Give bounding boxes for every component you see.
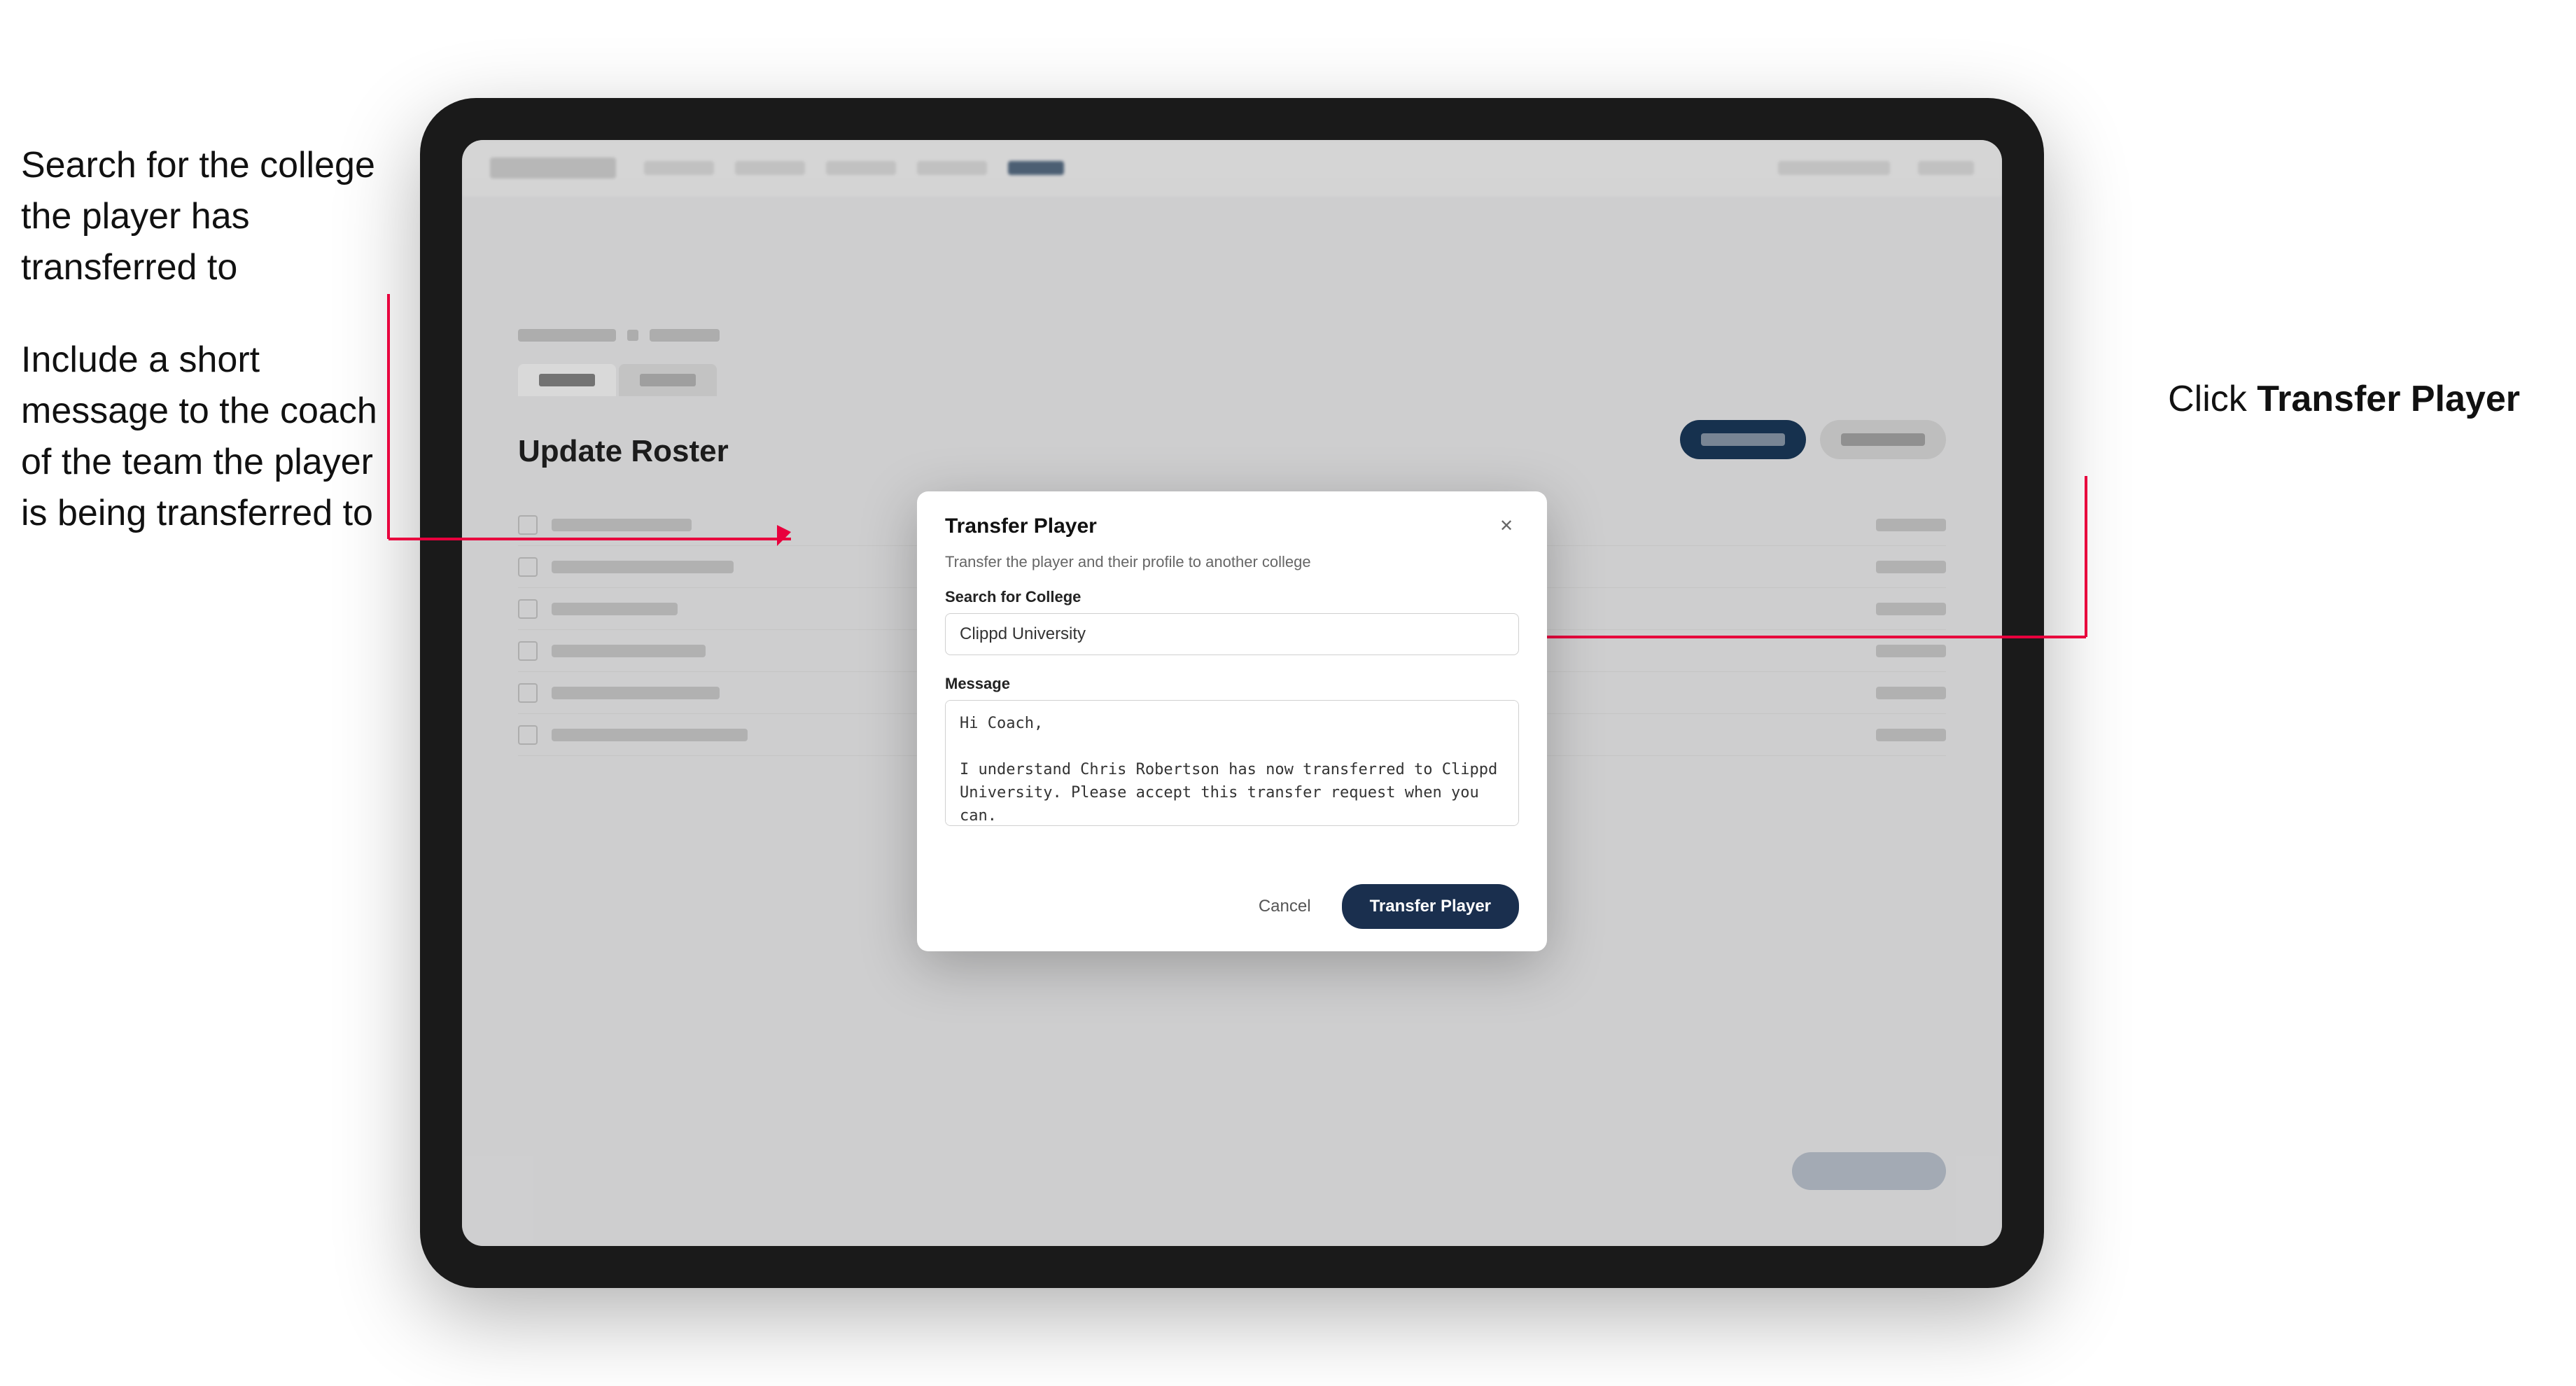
- annotation-message-text: Include a short message to the coach of …: [21, 335, 385, 538]
- message-label: Message: [945, 675, 1519, 693]
- modal-subtitle: Transfer the player and their profile to…: [945, 553, 1519, 571]
- annotation-search-text: Search for the college the player has tr…: [21, 140, 385, 293]
- tablet-device: Update Roster: [420, 98, 2044, 1288]
- search-college-input[interactable]: [945, 613, 1519, 655]
- left-annotation: Search for the college the player has tr…: [21, 140, 385, 581]
- modal-overlay: Transfer Player ✕ Transfer the player an…: [462, 140, 2002, 1246]
- transfer-player-modal: Transfer Player ✕ Transfer the player an…: [917, 491, 1547, 951]
- message-textarea[interactable]: Hi Coach, I understand Chris Robertson h…: [945, 700, 1519, 826]
- transfer-player-button[interactable]: Transfer Player: [1342, 884, 1519, 929]
- modal-header: Transfer Player ✕: [917, 491, 1547, 553]
- modal-footer: Cancel Transfer Player: [917, 870, 1547, 951]
- modal-body: Transfer the player and their profile to…: [917, 553, 1547, 870]
- tablet-screen: Update Roster: [462, 140, 2002, 1246]
- search-college-group: Search for College: [945, 588, 1519, 655]
- modal-close-button[interactable]: ✕: [1494, 514, 1519, 539]
- search-college-label: Search for College: [945, 588, 1519, 606]
- right-annotation: Click Transfer Player: [2168, 378, 2520, 420]
- modal-title: Transfer Player: [945, 514, 1097, 538]
- cancel-button[interactable]: Cancel: [1245, 890, 1325, 923]
- message-group: Message Hi Coach, I understand Chris Rob…: [945, 675, 1519, 830]
